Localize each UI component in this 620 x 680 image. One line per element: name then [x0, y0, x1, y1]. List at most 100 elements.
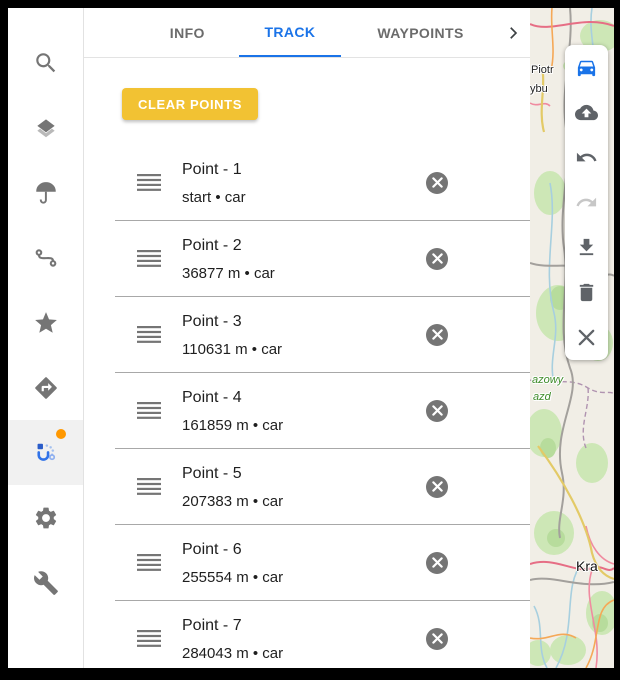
sidebar-item-tools[interactable]: [8, 550, 83, 615]
point-row: Point - 5 207383 m • car: [115, 449, 530, 525]
close-icon: [432, 481, 443, 492]
point-row: Point - 1 start • car: [115, 145, 530, 221]
close-icon: [432, 177, 443, 188]
sidebar-item-favorites[interactable]: [8, 290, 83, 355]
remove-point-button[interactable]: [426, 476, 448, 498]
point-text: Point - 5 207383 m • car: [182, 462, 426, 512]
tabbar: INFO TRACK WAYPOINTS: [84, 8, 530, 58]
umbrella-icon: [33, 180, 59, 206]
close-icon: [432, 329, 443, 340]
point-subtitle: 110631 m • car: [182, 339, 426, 360]
sidebar-item-search[interactable]: [8, 30, 83, 95]
sidebar-item-route[interactable]: [8, 225, 83, 290]
drag-handle[interactable]: [137, 250, 161, 267]
download-icon: [575, 236, 598, 259]
point-title: Point - 3: [182, 310, 426, 334]
delete-track-button[interactable]: [565, 270, 608, 315]
point-text: Point - 6 255554 m • car: [182, 538, 426, 588]
map-park-label: azd: [533, 391, 551, 403]
drag-handle-icon: [137, 402, 161, 419]
drag-handle[interactable]: [137, 402, 161, 419]
close-icon: [575, 326, 598, 349]
point-text: Point - 4 161859 m • car: [182, 386, 426, 436]
point-text: Point - 2 36877 m • car: [182, 234, 426, 284]
tab-track[interactable]: TRACK: [239, 8, 342, 57]
remove-point-button[interactable]: [426, 628, 448, 650]
sidebar-item-track-editor[interactable]: [8, 420, 83, 485]
sidebar-item-settings[interactable]: [8, 485, 83, 550]
sidebar-item-weather[interactable]: [8, 160, 83, 225]
drag-handle[interactable]: [137, 478, 161, 495]
close-editor-button[interactable]: [565, 315, 608, 360]
redo-icon: [575, 191, 598, 214]
sidebar-item-layers[interactable]: [8, 95, 83, 160]
point-row: Point - 2 36877 m • car: [115, 221, 530, 297]
track-editor-icon: [33, 440, 59, 466]
drag-handle-icon: [137, 250, 161, 267]
app-window: INFO TRACK WAYPOINTS CLEAR POINTS Point …: [8, 8, 614, 668]
sidebar: [8, 8, 84, 668]
drag-handle-icon: [137, 630, 161, 647]
drag-handle[interactable]: [137, 554, 161, 571]
drag-handle[interactable]: [137, 326, 161, 343]
tab-overflow-button[interactable]: [500, 19, 526, 47]
delete-icon: [575, 281, 598, 304]
upload-track-button[interactable]: [565, 90, 608, 135]
drag-handle[interactable]: [137, 174, 161, 191]
map-city-label: Kra: [576, 558, 598, 574]
point-subtitle: 161859 m • car: [182, 415, 426, 436]
point-row: Point - 7 284043 m • car: [115, 601, 530, 668]
redo-button[interactable]: [565, 180, 608, 225]
car-icon: [575, 56, 598, 79]
point-title: Point - 4: [182, 386, 426, 410]
track-panel: INFO TRACK WAYPOINTS CLEAR POINTS Point …: [84, 8, 530, 668]
route-icon: [33, 245, 59, 271]
point-subtitle: 207383 m • car: [182, 491, 426, 512]
map-viewport[interactable]: Piotr ybu azowy azd Kra: [530, 8, 614, 668]
point-row: Point - 6 255554 m • car: [115, 525, 530, 601]
drag-handle[interactable]: [137, 630, 161, 647]
gear-icon: [33, 505, 59, 531]
route-toolbar: [565, 45, 608, 360]
point-text: Point - 1 start • car: [182, 158, 426, 208]
point-row: Point - 4 161859 m • car: [115, 373, 530, 449]
drag-handle-icon: [137, 554, 161, 571]
close-icon: [432, 405, 443, 416]
remove-point-button[interactable]: [426, 172, 448, 194]
tab-waypoints[interactable]: WAYPOINTS: [341, 8, 500, 57]
remove-point-button[interactable]: [426, 552, 448, 574]
map-park-label: azowy: [532, 374, 563, 386]
notification-badge: [56, 429, 66, 439]
star-icon: [33, 310, 59, 336]
clear-points-button[interactable]: CLEAR POINTS: [122, 88, 258, 120]
download-track-button[interactable]: [565, 225, 608, 270]
undo-icon: [575, 146, 598, 169]
drag-handle-icon: [137, 326, 161, 343]
chevron-right-icon: [504, 24, 522, 42]
point-list: Point - 1 start • car Point - 2 36877 m …: [115, 145, 530, 668]
point-title: Point - 6: [182, 538, 426, 562]
close-icon: [432, 557, 443, 568]
cloud-upload-icon: [575, 101, 598, 124]
drag-handle-icon: [137, 478, 161, 495]
remove-point-button[interactable]: [426, 324, 448, 346]
point-row: Point - 3 110631 m • car: [115, 297, 530, 373]
directions-icon: [33, 375, 59, 401]
point-subtitle: 284043 m • car: [182, 643, 426, 664]
map-place-label: Piotr: [531, 64, 554, 76]
remove-point-button[interactable]: [426, 248, 448, 270]
search-icon: [33, 50, 59, 76]
point-title: Point - 2: [182, 234, 426, 258]
routing-mode-car-button[interactable]: [565, 45, 608, 90]
close-icon: [432, 253, 443, 264]
layers-icon: [33, 115, 59, 141]
track-tab-content: CLEAR POINTS Point - 1 start • car Point…: [84, 58, 530, 668]
tab-info[interactable]: INFO: [136, 8, 239, 57]
remove-point-button[interactable]: [426, 400, 448, 422]
drag-handle-icon: [137, 174, 161, 191]
undo-button[interactable]: [565, 135, 608, 180]
point-text: Point - 3 110631 m • car: [182, 310, 426, 360]
point-subtitle: 36877 m • car: [182, 263, 426, 284]
sidebar-item-directions[interactable]: [8, 355, 83, 420]
point-title: Point - 7: [182, 614, 426, 638]
